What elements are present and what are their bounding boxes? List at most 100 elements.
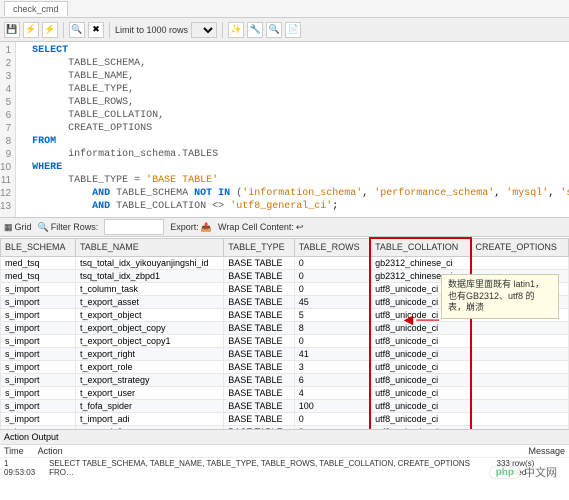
cell[interactable]: utf8_unicode_ci <box>370 386 470 399</box>
save-icon[interactable]: 💾 <box>4 22 20 38</box>
cell[interactable] <box>471 373 569 386</box>
cell[interactable]: s_import <box>1 399 76 412</box>
cell[interactable]: s_import <box>1 373 76 386</box>
cell[interactable]: BASE TABLE <box>224 256 294 269</box>
cell[interactable]: 5 <box>294 308 370 321</box>
col-rows[interactable]: TABLE_ROWS <box>294 238 370 256</box>
sql-code[interactable]: SELECT TABLE_SCHEMA, TABLE_NAME, TABLE_T… <box>16 42 569 217</box>
stop-icon[interactable]: ✖ <box>88 22 104 38</box>
cell[interactable]: t_export_user <box>75 386 223 399</box>
cell[interactable]: gb2312_chinese_ci <box>370 256 470 269</box>
file-tab[interactable]: check_cmd <box>4 1 68 16</box>
cell[interactable]: BASE TABLE <box>224 308 294 321</box>
cell[interactable]: t_nongda3_req <box>75 425 223 429</box>
run-icon[interactable]: ⚡ <box>23 22 39 38</box>
cell[interactable]: 41 <box>294 347 370 360</box>
cell[interactable]: utf8_unicode_ci <box>370 334 470 347</box>
cell[interactable]: s_import <box>1 347 76 360</box>
cell[interactable]: med_tsq <box>1 256 76 269</box>
cell[interactable]: BASE TABLE <box>224 373 294 386</box>
cell[interactable]: 100 <box>294 399 370 412</box>
cell[interactable]: s_import <box>1 282 76 295</box>
cell[interactable]: t_export_right <box>75 347 223 360</box>
table-row[interactable]: s_importt_export_object_copyBASE TABLE8u… <box>1 321 569 334</box>
beautify-icon[interactable]: ✨ <box>228 22 244 38</box>
grid-view-button[interactable]: ▦ Grid <box>4 222 32 233</box>
cell[interactable] <box>471 347 569 360</box>
cell[interactable]: 4 <box>294 386 370 399</box>
table-row[interactable]: s_importt_export_rightBASE TABLE41utf8_u… <box>1 347 569 360</box>
cell[interactable]: 6 <box>294 373 370 386</box>
search-icon[interactable]: 🔍 <box>266 22 282 38</box>
cell[interactable]: s_import <box>1 425 76 429</box>
cell[interactable]: s_import <box>1 334 76 347</box>
table-row[interactable]: s_importt_fofa_spiderBASE TABLE100utf8_u… <box>1 399 569 412</box>
cell[interactable]: 8 <box>294 321 370 334</box>
cell[interactable]: BASE TABLE <box>224 347 294 360</box>
cell[interactable] <box>471 412 569 425</box>
cell[interactable]: BASE TABLE <box>224 412 294 425</box>
cell[interactable]: s_import <box>1 386 76 399</box>
cell[interactable] <box>471 425 569 429</box>
run-script-icon[interactable]: ⚡ <box>42 22 58 38</box>
cell[interactable]: 0 <box>294 282 370 295</box>
cell[interactable] <box>471 386 569 399</box>
snippet-icon[interactable]: 📄 <box>285 22 301 38</box>
table-row[interactable]: s_importt_import_adiBASE TABLE0utf8_unic… <box>1 412 569 425</box>
cell[interactable]: BASE TABLE <box>224 295 294 308</box>
cell[interactable]: 45 <box>294 295 370 308</box>
wrap-toggle[interactable]: Wrap Cell Content: ↩ <box>218 222 303 233</box>
cell[interactable]: t_export_object_copy1 <box>75 334 223 347</box>
table-row[interactable]: s_importt_nongda3_reqBASE TABLE0utf8_uni… <box>1 425 569 429</box>
table-row[interactable]: med_tsqtsq_total_idx_yikouyanjingshi_idB… <box>1 256 569 269</box>
col-options[interactable]: CREATE_OPTIONS <box>471 238 569 256</box>
cell[interactable]: utf8_unicode_ci <box>370 373 470 386</box>
cell[interactable] <box>471 256 569 269</box>
cell[interactable]: 0 <box>294 256 370 269</box>
col-name[interactable]: TABLE_NAME <box>75 238 223 256</box>
cell[interactable]: t_export_object <box>75 308 223 321</box>
cell[interactable] <box>471 334 569 347</box>
filter-input[interactable] <box>104 219 164 235</box>
col-type[interactable]: TABLE_TYPE <box>224 238 294 256</box>
cell[interactable]: BASE TABLE <box>224 360 294 373</box>
col-collation[interactable]: TABLE_COLLATION <box>370 238 470 256</box>
cell[interactable]: 0 <box>294 269 370 282</box>
cell[interactable]: t_export_role <box>75 360 223 373</box>
cell[interactable]: utf8_unicode_ci <box>370 360 470 373</box>
cell[interactable]: BASE TABLE <box>224 399 294 412</box>
table-row[interactable]: s_importt_export_object_copy1BASE TABLE0… <box>1 334 569 347</box>
cell[interactable]: s_import <box>1 412 76 425</box>
export-button[interactable]: Export: 📤 <box>170 222 212 233</box>
tool-icon[interactable]: 🔧 <box>247 22 263 38</box>
cell[interactable]: t_export_strategy <box>75 373 223 386</box>
cell[interactable]: tsq_total_idx_zbpd1 <box>75 269 223 282</box>
cell[interactable]: t_fofa_spider <box>75 399 223 412</box>
table-row[interactable]: s_importt_export_userBASE TABLE4utf8_uni… <box>1 386 569 399</box>
cell[interactable]: BASE TABLE <box>224 425 294 429</box>
cell[interactable]: tsq_total_idx_yikouyanjingshi_id <box>75 256 223 269</box>
cell[interactable] <box>471 399 569 412</box>
cell[interactable]: utf8_unicode_ci <box>370 347 470 360</box>
cell[interactable]: t_column_task <box>75 282 223 295</box>
cell[interactable]: BASE TABLE <box>224 269 294 282</box>
cell[interactable]: 0 <box>294 412 370 425</box>
cell[interactable] <box>471 321 569 334</box>
cell[interactable]: t_import_adi <box>75 412 223 425</box>
cell[interactable]: utf8_unicode_ci <box>370 425 470 429</box>
cell[interactable]: BASE TABLE <box>224 321 294 334</box>
cell[interactable]: s_import <box>1 308 76 321</box>
col-schema[interactable]: BLE_SCHEMA <box>1 238 76 256</box>
cell[interactable]: t_export_object_copy <box>75 321 223 334</box>
table-row[interactable]: s_importt_export_strategyBASE TABLE6utf8… <box>1 373 569 386</box>
cell[interactable]: 3 <box>294 360 370 373</box>
explain-icon[interactable]: 🔍 <box>69 22 85 38</box>
cell[interactable]: 0 <box>294 334 370 347</box>
result-grid[interactable]: BLE_SCHEMA TABLE_NAME TABLE_TYPE TABLE_R… <box>0 237 569 429</box>
cell[interactable]: med_tsq <box>1 269 76 282</box>
cell[interactable]: BASE TABLE <box>224 334 294 347</box>
cell[interactable]: BASE TABLE <box>224 386 294 399</box>
cell[interactable]: 0 <box>294 425 370 429</box>
cell[interactable]: s_import <box>1 295 76 308</box>
cell[interactable]: s_import <box>1 360 76 373</box>
